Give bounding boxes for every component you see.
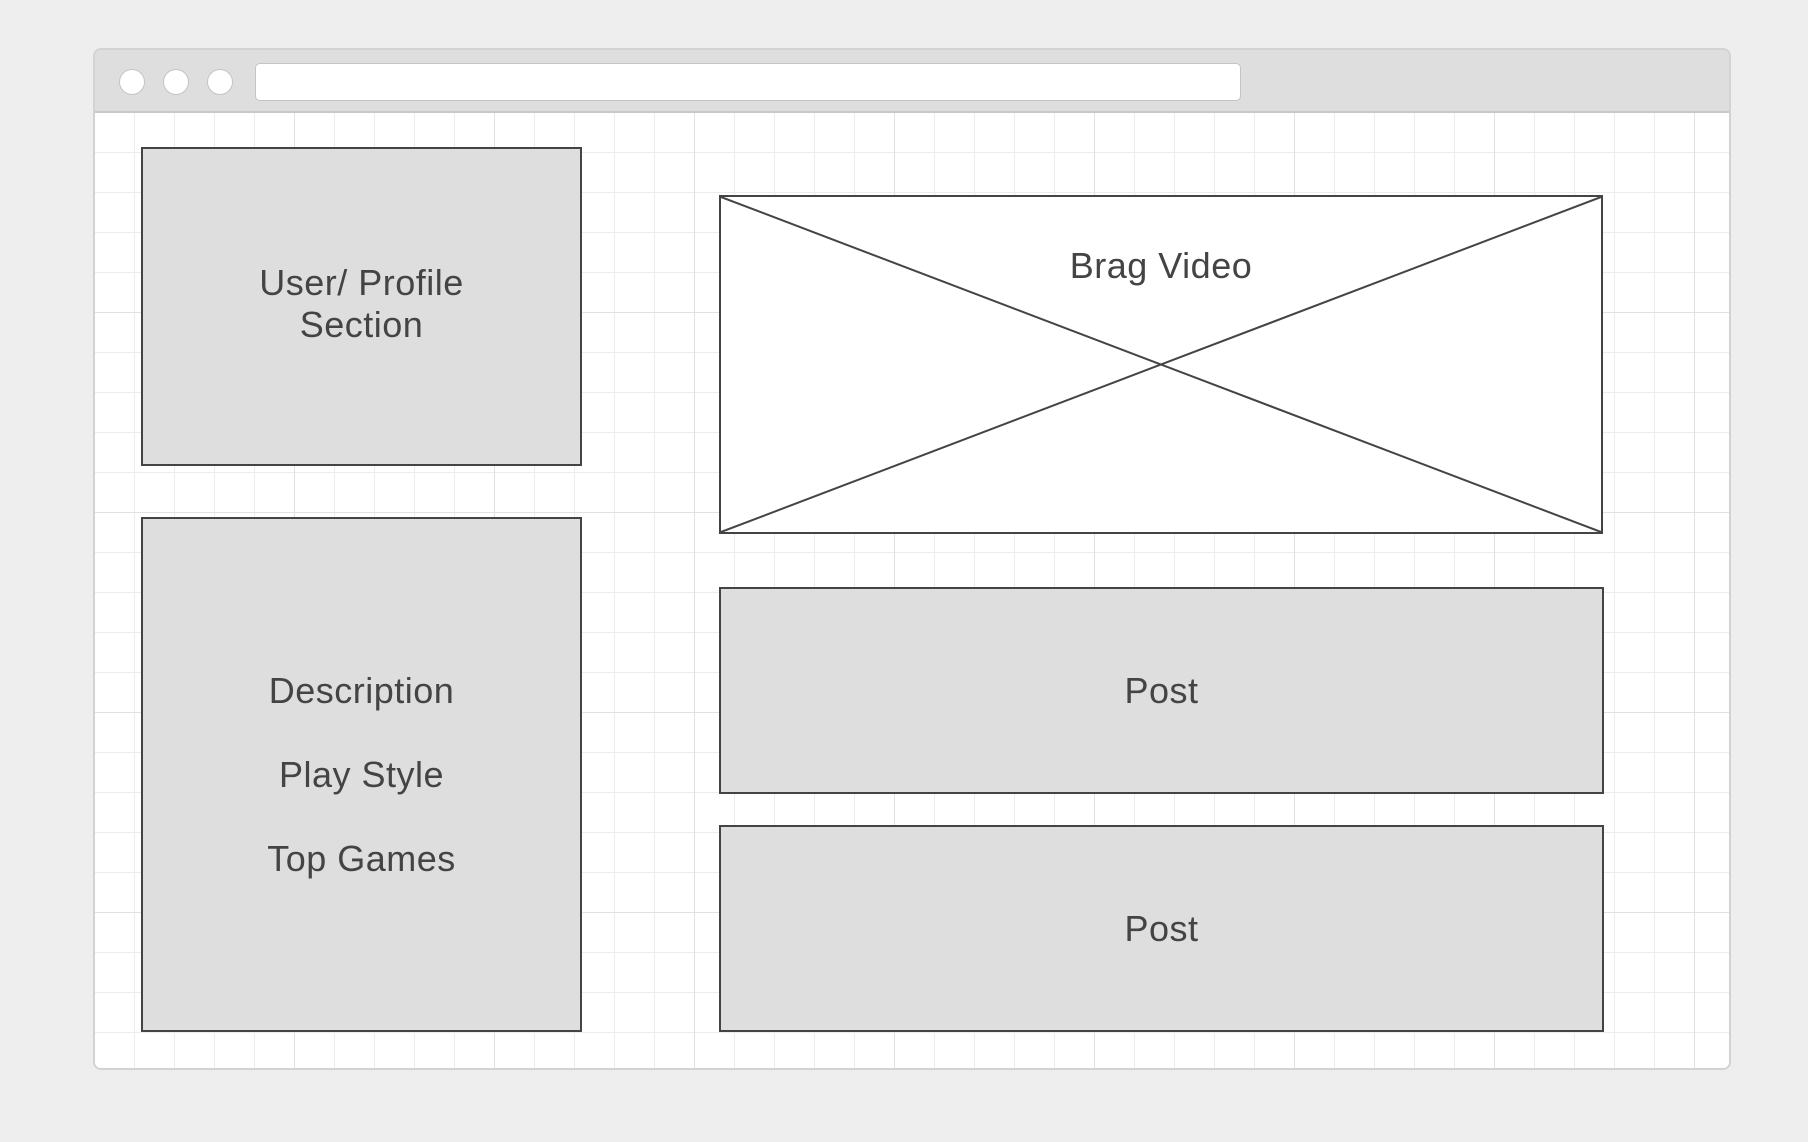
address-bar[interactable] xyxy=(255,63,1241,101)
description-label: Description xyxy=(268,669,455,711)
window-maximize-dot[interactable] xyxy=(207,69,233,95)
post-label: Post xyxy=(1124,669,1199,711)
brag-video-label: Brag Video xyxy=(1069,245,1253,286)
window-close-dot[interactable] xyxy=(119,69,145,95)
user-profile-label-line1: User/ Profile xyxy=(259,261,464,303)
user-profile-section: User/ Profile Section xyxy=(141,147,582,466)
user-profile-label: User/ Profile Section xyxy=(232,262,492,346)
top-games-label: Top Games xyxy=(267,837,456,879)
post-card: Post xyxy=(719,825,1604,1032)
user-profile-label-line2: Section xyxy=(299,303,424,345)
post-card: Post xyxy=(719,587,1604,794)
post-label: Post xyxy=(1124,907,1199,949)
profile-details-section: Description Play Style Top Games xyxy=(141,517,582,1032)
brag-video-placeholder: Brag Video xyxy=(719,195,1603,534)
window-minimize-dot[interactable] xyxy=(163,69,189,95)
browser-titlebar xyxy=(95,50,1729,113)
play-style-label: Play Style xyxy=(278,753,445,795)
